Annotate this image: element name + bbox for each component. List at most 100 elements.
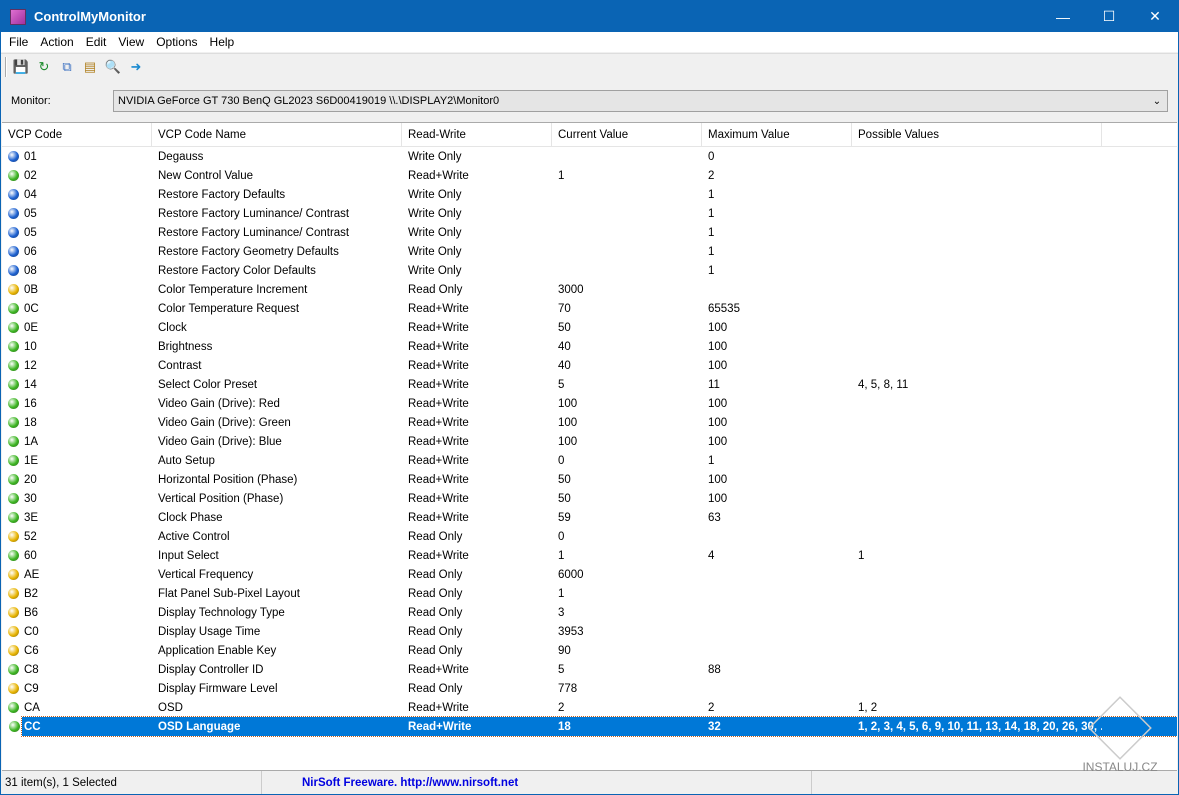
menu-options[interactable]: Options xyxy=(150,35,203,49)
table-row[interactable]: 02 New Control Value Read+Write 1 2 xyxy=(2,166,1177,185)
vcp-code: 01 xyxy=(24,150,37,163)
minimize-button[interactable]: — xyxy=(1040,1,1086,32)
table-row[interactable]: C0 Display Usage Time Read Only 3953 xyxy=(2,622,1177,641)
cell-read-write: Read+Write xyxy=(408,169,469,182)
menu-edit[interactable]: Edit xyxy=(80,35,113,49)
column-header[interactable]: Maximum Value xyxy=(702,123,852,146)
menu-help[interactable]: Help xyxy=(204,35,241,49)
cell-current-value: 6000 xyxy=(558,568,584,581)
cell-vcp-code: B6 xyxy=(2,607,152,619)
close-button[interactable]: ✕ xyxy=(1132,1,1178,32)
table-row[interactable]: 1E Auto Setup Read+Write 0 1 xyxy=(2,451,1177,470)
table-row[interactable]: 01 Degauss Write Only 0 xyxy=(2,147,1177,166)
cell-vcp-code-name: Restore Factory Luminance/ Contrast xyxy=(158,207,350,220)
cell-read-write: Read+Write xyxy=(408,321,469,334)
table-row[interactable]: B6 Display Technology Type Read Only 3 xyxy=(2,603,1177,622)
status-dot-icon xyxy=(8,512,19,523)
cell-vcp-code: 0C xyxy=(2,303,152,315)
table-row[interactable]: CA OSD Read+Write 2 2 1, 2 xyxy=(2,698,1177,717)
table-row[interactable]: 0E Clock Read+Write 50 100 xyxy=(2,318,1177,337)
table-row[interactable]: 52 Active Control Read Only 0 xyxy=(2,527,1177,546)
cell-vcp-code-name: Display Controller ID xyxy=(158,663,264,676)
status-dot-icon xyxy=(8,607,19,618)
refresh-icon[interactable]: ↻ xyxy=(35,58,53,76)
cell-vcp-code-name: Select Color Preset xyxy=(158,378,258,391)
table-row[interactable]: 16 Video Gain (Drive): Red Read+Write 100 10… xyxy=(2,394,1177,413)
column-header[interactable]: VCP Code Name xyxy=(152,123,402,146)
table-row[interactable]: 60 Input Select Read+Write 1 4 1 xyxy=(2,546,1177,565)
vcp-table: VCP Code VCP Code Name Read-Write Current V… xyxy=(2,122,1177,771)
cell-current-value: 5 xyxy=(558,378,565,391)
table-row[interactable]: 10 Brightness Read+Write 40 100 xyxy=(2,337,1177,356)
cell-maximum-value: 1 xyxy=(708,264,715,277)
menu-action[interactable]: Action xyxy=(34,35,79,49)
column-header[interactable]: VCP Code xyxy=(2,123,152,146)
table-row[interactable]: 20 Horizontal Position (Phase) Read+Write 5… xyxy=(2,470,1177,489)
exit-icon[interactable]: ➜ xyxy=(127,58,145,76)
table-row[interactable]: 3E Clock Phase Read+Write 59 63 xyxy=(2,508,1177,527)
find-icon[interactable]: 🔍 xyxy=(104,58,122,76)
monitor-select[interactable]: NVIDIA GeForce GT 730 BenQ GL2023 S6D004… xyxy=(113,90,1168,112)
cell-vcp-code-name: Clock xyxy=(158,321,187,334)
nirsoft-link[interactable]: NirSoft Freeware. http://www.nirsoft.net xyxy=(262,771,812,794)
table-row[interactable]: 14 Select Color Preset Read+Write 5 11 4, 5, … xyxy=(2,375,1177,394)
menu-view[interactable]: View xyxy=(112,35,150,49)
column-header[interactable]: Current Value xyxy=(552,123,702,146)
table-row[interactable]: 30 Vertical Position (Phase) Read+Write 50 1… xyxy=(2,489,1177,508)
table-row[interactable]: C9 Display Firmware Level Read Only 778 xyxy=(2,679,1177,698)
column-header[interactable]: Read-Write xyxy=(402,123,552,146)
cell-current-value: 778 xyxy=(558,682,578,695)
app-window: ControlMyMonitor — ☐ ✕ File Action Edit Vie… xyxy=(0,0,1179,795)
table-row[interactable]: 05 Restore Factory Luminance/ Contrast Wri… xyxy=(2,204,1177,223)
table-row[interactable]: CC OSD Language Read+Write 18 32 1, 2, 3, 4, … xyxy=(9,716,1177,737)
cell-vcp-code: CA xyxy=(2,702,152,714)
table-row[interactable]: 12 Contrast Read+Write 40 100 xyxy=(2,356,1177,375)
cell-current-value: 100 xyxy=(558,397,578,410)
status-dot-icon xyxy=(8,303,19,314)
table-row[interactable]: 05 Restore Factory Luminance/ Contrast Wri… xyxy=(2,223,1177,242)
status-dot-icon xyxy=(8,702,19,713)
save-icon[interactable]: 💾 xyxy=(12,58,30,76)
vcp-code: 3E xyxy=(24,511,39,524)
cell-vcp-code: 10 xyxy=(2,341,152,353)
cell-read-write: Read Only xyxy=(408,587,463,600)
cell-current-value: 1 xyxy=(558,549,565,562)
vcp-code: 08 xyxy=(24,264,37,277)
status-dot-icon xyxy=(8,493,19,504)
watermark: INSTALUJ.CZ xyxy=(1080,696,1160,774)
toolbar: 💾 ↻ ⧉ ▤ 🔍 ➜ xyxy=(1,53,1178,79)
cell-read-write: Read+Write xyxy=(408,416,469,429)
table-row[interactable]: 08 Restore Factory Color Defaults Write On… xyxy=(2,261,1177,280)
column-header[interactable]: Possible Values xyxy=(852,123,1102,146)
table-row[interactable]: 0B Color Temperature Increment Read Only 30… xyxy=(2,280,1177,299)
cell-possible-values: 1, 2, 3, 4, 5, 6, 9, 10, 11, 13, 14, 18,… xyxy=(858,720,1102,733)
table-row[interactable]: 0C Color Temperature Request Read+Write 70 6… xyxy=(2,299,1177,318)
cell-vcp-code-name: Video Gain (Drive): Green xyxy=(158,416,291,429)
status-dot-icon xyxy=(8,588,19,599)
cell-maximum-value: 0 xyxy=(708,150,715,163)
cell-vcp-code-name: Contrast xyxy=(158,359,202,372)
table-row[interactable]: C6 Application Enable Key Read Only 90 xyxy=(2,641,1177,660)
cell-vcp-code: 20 xyxy=(2,474,152,486)
copy-icon[interactable]: ⧉ xyxy=(58,58,76,76)
vcp-code: 1E xyxy=(24,454,39,467)
table-row[interactable]: C8 Display Controller ID Read+Write 5 88 xyxy=(2,660,1177,679)
table-row[interactable]: 04 Restore Factory Defaults Write Only 1 xyxy=(2,185,1177,204)
cell-maximum-value: 100 xyxy=(708,492,728,505)
menu-file[interactable]: File xyxy=(3,35,34,49)
vcp-code: 05 xyxy=(24,207,37,220)
cell-maximum-value: 63 xyxy=(708,511,721,524)
cell-vcp-code-name: Video Gain (Drive): Red xyxy=(158,397,280,410)
table-row[interactable]: AE Vertical Frequency Read Only 6000 xyxy=(2,565,1177,584)
table-row[interactable]: B2 Flat Panel Sub-Pixel Layout Read Only 1 xyxy=(2,584,1177,603)
cell-vcp-code: 3E xyxy=(2,512,152,524)
cell-vcp-code: 01 xyxy=(2,151,152,163)
cell-current-value: 70 xyxy=(558,302,571,315)
cell-maximum-value: 100 xyxy=(708,416,728,429)
table-row[interactable]: 1A Video Gain (Drive): Blue Read+Write 100 1… xyxy=(2,432,1177,451)
table-row[interactable]: 18 Video Gain (Drive): Green Read+Write 100… xyxy=(2,413,1177,432)
maximize-button[interactable]: ☐ xyxy=(1086,1,1132,32)
cell-current-value: 1 xyxy=(558,169,565,182)
table-row[interactable]: 06 Restore Factory Geometry Defaults Write… xyxy=(2,242,1177,261)
properties-icon[interactable]: ▤ xyxy=(81,58,99,76)
